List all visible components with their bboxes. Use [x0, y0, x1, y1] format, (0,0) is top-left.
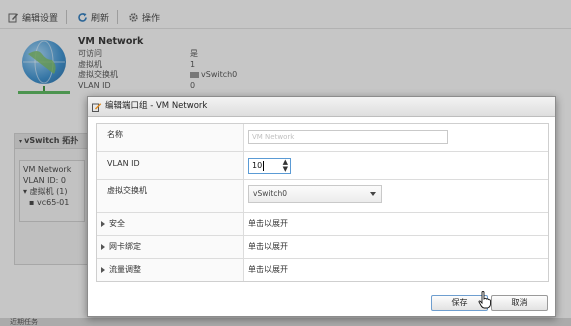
nic-teaming-section[interactable]: 网卡绑定 单击以展开	[97, 236, 548, 259]
expand-arrow-icon	[101, 220, 105, 227]
nic-teaming-label: 网卡绑定	[109, 242, 141, 251]
security-label: 安全	[109, 219, 125, 228]
vlan-label: VLAN ID	[97, 152, 243, 179]
vlan-row: VLAN ID 10 ▲ ▼	[97, 152, 548, 180]
security-value: 单击以展开	[243, 213, 548, 235]
dialog-title-bar: 编辑端口组 - VM Network	[88, 97, 555, 117]
switch-row: 虚拟交换机 vSwitch0	[97, 180, 548, 213]
name-input[interactable]: VM Network	[248, 130, 448, 144]
name-label: 名称	[97, 124, 243, 151]
vswitch-select[interactable]: vSwitch0	[248, 185, 382, 203]
name-row: 名称 VM Network	[97, 124, 548, 152]
text-cursor	[263, 160, 265, 171]
traffic-shaping-value: 单击以展开	[243, 259, 548, 281]
edit-portgroup-dialog: 编辑端口组 - VM Network 名称 VM Network VLAN ID…	[87, 96, 556, 317]
expand-arrow-icon	[101, 266, 105, 273]
switch-label: 虚拟交换机	[97, 180, 243, 212]
traffic-shaping-section[interactable]: 流量调整 单击以展开	[97, 259, 548, 281]
cancel-button[interactable]: 取消	[491, 295, 548, 311]
vlan-id-input[interactable]: 10 ▲ ▼	[248, 158, 291, 174]
dropdown-arrow-icon	[370, 192, 376, 196]
spinner-icon[interactable]: ▲ ▼	[283, 159, 288, 173]
dialog-title: 编辑端口组 - VM Network	[105, 101, 208, 111]
security-section[interactable]: 安全 单击以展开	[97, 213, 548, 236]
expand-arrow-icon	[101, 243, 105, 250]
portgroup-form: 名称 VM Network VLAN ID 10 ▲ ▼ 虚拟交换机 vSwitc…	[96, 123, 549, 282]
nic-teaming-value: 单击以展开	[243, 236, 548, 258]
hand-cursor-icon	[478, 291, 492, 309]
traffic-shaping-label: 流量调整	[109, 265, 141, 274]
dialog-edit-icon	[92, 101, 102, 112]
